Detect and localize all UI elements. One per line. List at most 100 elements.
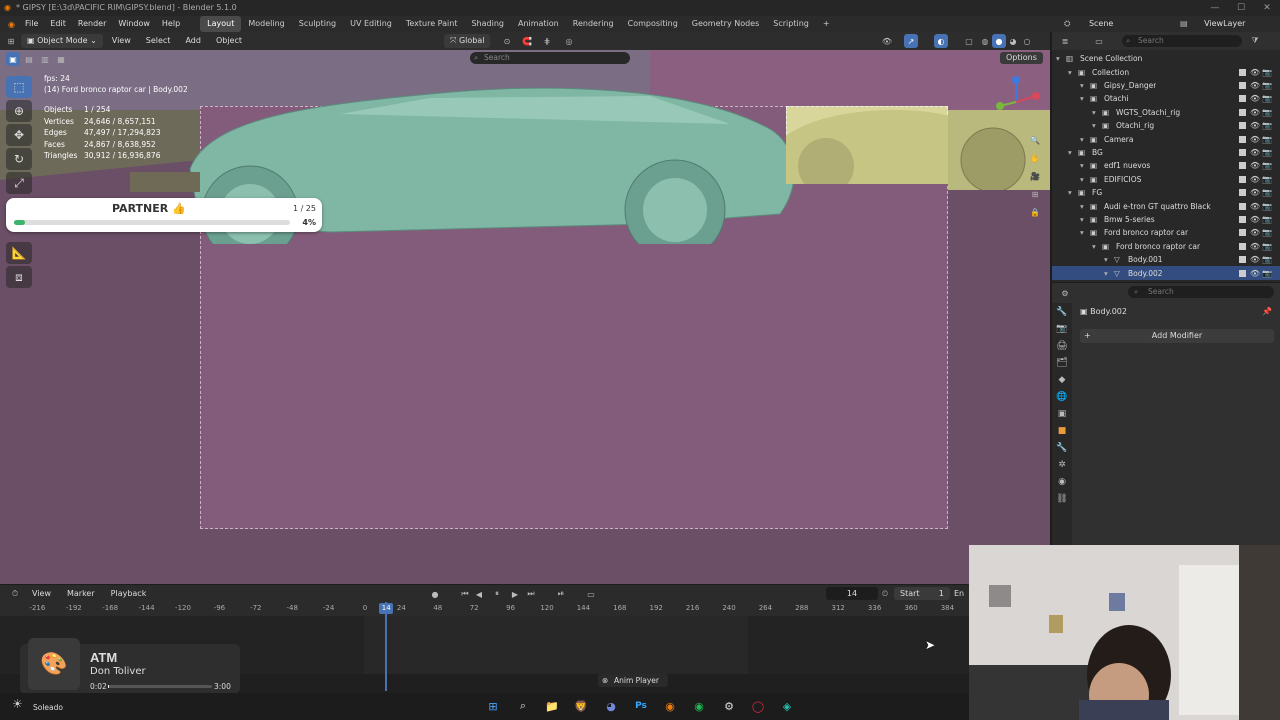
outliner-row[interactable]: ▾ ▣ FG 👁 📷 [1052, 186, 1280, 199]
weather-icon[interactable]: ☀ [12, 697, 23, 711]
render-camera-icon[interactable]: 📷 [1262, 121, 1272, 130]
add-cube-tool-icon[interactable]: ⧈ [6, 266, 32, 288]
timeline-menu-marker[interactable]: Marker [61, 587, 101, 601]
outliner-row[interactable]: ▾ ▣ BG 👁 📷 [1052, 146, 1280, 159]
pin-icon[interactable]: 📌 [1262, 307, 1272, 316]
visibility-eye-icon[interactable]: 👁 [1250, 228, 1260, 237]
expand-arrow-icon[interactable]: ▾ [1080, 175, 1090, 184]
visibility-eye-icon[interactable]: 👁 [1250, 242, 1260, 251]
measure-tool-icon[interactable]: 📐 [6, 242, 32, 264]
visibility-eye-icon[interactable]: 👁 [1250, 255, 1260, 264]
tool-tab-icon[interactable]: 🔧 [1056, 307, 1067, 317]
wireframe-shading-icon[interactable]: ◍ [978, 34, 992, 48]
expand-arrow-icon[interactable]: ▾ [1080, 135, 1090, 144]
jump-end-icon[interactable]: ⏭ [524, 587, 538, 601]
expand-arrow-icon[interactable]: ▾ [1092, 242, 1102, 251]
expand-arrow-icon[interactable]: ▾ [1080, 94, 1090, 103]
visibility-eye-icon[interactable]: 👁 [1250, 94, 1260, 103]
render-tab-icon[interactable]: 📷 [1056, 324, 1067, 334]
collection-tab-icon[interactable]: ▣ [1058, 409, 1067, 419]
tab-modeling[interactable]: Modeling [241, 16, 291, 32]
move-tool-icon[interactable]: ✥ [6, 124, 32, 146]
expand-arrow-icon[interactable]: ▾ [1056, 54, 1066, 63]
output-tab-icon[interactable]: 🖨 [1056, 341, 1067, 351]
exclude-checkbox[interactable] [1239, 269, 1246, 277]
pan-hand-icon[interactable]: ✋ [1028, 151, 1042, 165]
outliner-row[interactable]: ▾ ▣ Collection 👁 📷 [1052, 65, 1280, 78]
editor-type-icon[interactable]: ⚙ [1058, 286, 1072, 300]
lock-icon[interactable]: 🔒 [1028, 205, 1042, 219]
outliner-row[interactable]: ▾ ▣ Ford bronco raptor car 👁 📷 [1052, 226, 1280, 239]
exclude-checkbox[interactable] [1239, 175, 1246, 183]
outliner-row[interactable]: ▾ ▣ Otachi 👁 📷 [1052, 92, 1280, 105]
search-icon[interactable]: ⌕ [514, 697, 532, 715]
blender-menu-icon[interactable]: ◉ [4, 20, 19, 29]
app-icon[interactable]: ◈ [778, 697, 796, 715]
clock-icon[interactable]: ⏲ [878, 587, 892, 601]
maximize-icon[interactable]: ☐ [1228, 0, 1254, 16]
viewlayer-selector[interactable]: ▤ ViewLayer [1180, 16, 1245, 32]
exclude-checkbox[interactable] [1239, 122, 1246, 130]
exclude-checkbox[interactable] [1239, 148, 1246, 156]
expand-arrow-icon[interactable]: ▾ [1092, 121, 1102, 130]
render-camera-icon[interactable]: 📷 [1262, 161, 1272, 170]
view-layer-tab-icon[interactable]: 🗂 [1056, 358, 1067, 368]
menu-select[interactable]: Select [140, 34, 177, 48]
select-extend-icon[interactable]: ▤ [22, 52, 36, 66]
render-camera-icon[interactable]: 📷 [1262, 242, 1272, 251]
select-invert-icon[interactable]: ▦ [54, 52, 68, 66]
cursor-tool-icon[interactable]: ⊕ [6, 100, 32, 122]
pivot-icon[interactable]: ⊙ [500, 34, 514, 48]
outliner-row[interactable]: ▾ ▣ edf1 nuevos 👁 📷 [1052, 159, 1280, 172]
visibility-eye-icon[interactable]: 👁 [1250, 135, 1260, 144]
object-tab-icon[interactable]: ■ [1058, 426, 1067, 436]
tab-rendering[interactable]: Rendering [566, 16, 621, 32]
opera-gx-icon[interactable]: ◯ [749, 697, 767, 715]
blender-taskbar-icon[interactable]: ◉ [661, 697, 679, 715]
menu-window[interactable]: Window [112, 16, 156, 32]
rendered-shading-icon[interactable]: ○ [1020, 34, 1034, 48]
proportional-edit-icon[interactable]: ◎ [562, 34, 576, 48]
timeline-ruler[interactable]: -216 -192 -168 -144 -120 -96 -72 -48 -24 0 24 48 72 9… [0, 602, 970, 616]
physics-tab-icon[interactable]: ◉ [1058, 477, 1066, 487]
snap-target-icon[interactable]: ⋕ [540, 34, 554, 48]
expand-arrow-icon[interactable]: ▾ [1068, 68, 1078, 77]
outliner-row[interactable]: ▾ ▣ WGTS_Otachi_rig 👁 📷 [1052, 106, 1280, 119]
grid-toggle-icon[interactable]: ⊞ [1028, 187, 1042, 201]
prev-keyframe-icon[interactable]: ◀ [472, 587, 486, 601]
outliner-search-input[interactable]: ⌕ Search [1122, 35, 1242, 47]
outliner-row[interactable]: ▾ ▣ Ford bronco raptor car 👁 📷 [1052, 240, 1280, 253]
outliner-row[interactable]: ▾ ▥ Scene Collection [1052, 52, 1280, 65]
current-frame-field[interactable]: 14 [826, 587, 878, 600]
exclude-checkbox[interactable] [1239, 229, 1246, 237]
exclude-checkbox[interactable] [1239, 256, 1246, 264]
outliner-row[interactable]: ▾ ▣ Audi e-tron GT quattro Black 👁 📷 [1052, 199, 1280, 212]
file-explorer-icon[interactable]: 📁 [543, 697, 561, 715]
add-workspace-icon[interactable]: + [816, 16, 837, 32]
autokey-icon[interactable]: ● [428, 587, 442, 601]
tab-compositing[interactable]: Compositing [621, 16, 685, 32]
exclude-checkbox[interactable] [1239, 215, 1246, 223]
properties-panel[interactable]: ⚙ ⌕ Search 🔧 📷 🖨 🗂 ◆ 🌐 ▣ ■ 🔧 ✲ ◉ ⛓ ▣ Bod… [1052, 283, 1280, 545]
visibility-eye-icon[interactable]: 👁 [1250, 269, 1260, 278]
editor-type-icon[interactable]: ⏱ [8, 587, 22, 601]
navigation-gizmo[interactable] [988, 72, 1046, 134]
constraints-tab-icon[interactable]: ⛓ [1056, 494, 1067, 504]
discord-icon[interactable]: ◕ [602, 697, 620, 715]
render-camera-icon[interactable]: 📷 [1262, 202, 1272, 211]
object-mode-dropdown[interactable]: ▣ Object Mode ⌄ [21, 34, 103, 48]
tab-animation[interactable]: Animation [511, 16, 566, 32]
outliner-row[interactable]: ▾ ▽ Body.001 👁 📷 [1052, 253, 1280, 266]
viewport-search-input[interactable]: ⌕ Search [470, 52, 630, 64]
tab-texture-paint[interactable]: Texture Paint [399, 16, 465, 32]
close-icon[interactable]: ⊗ [602, 674, 608, 687]
menu-object[interactable]: Object [210, 34, 248, 48]
timeline-menu-view[interactable]: View [26, 587, 57, 601]
expand-arrow-icon[interactable]: ▾ [1104, 269, 1114, 278]
exclude-checkbox[interactable] [1239, 95, 1246, 103]
visibility-eye-icon[interactable]: 👁 [1250, 161, 1260, 170]
visibility-eye-icon[interactable]: 👁 [1250, 108, 1260, 117]
exclude-checkbox[interactable] [1239, 68, 1246, 76]
gizmo-toggle-icon[interactable]: ↗ [904, 34, 918, 48]
menu-edit[interactable]: Edit [44, 16, 72, 32]
